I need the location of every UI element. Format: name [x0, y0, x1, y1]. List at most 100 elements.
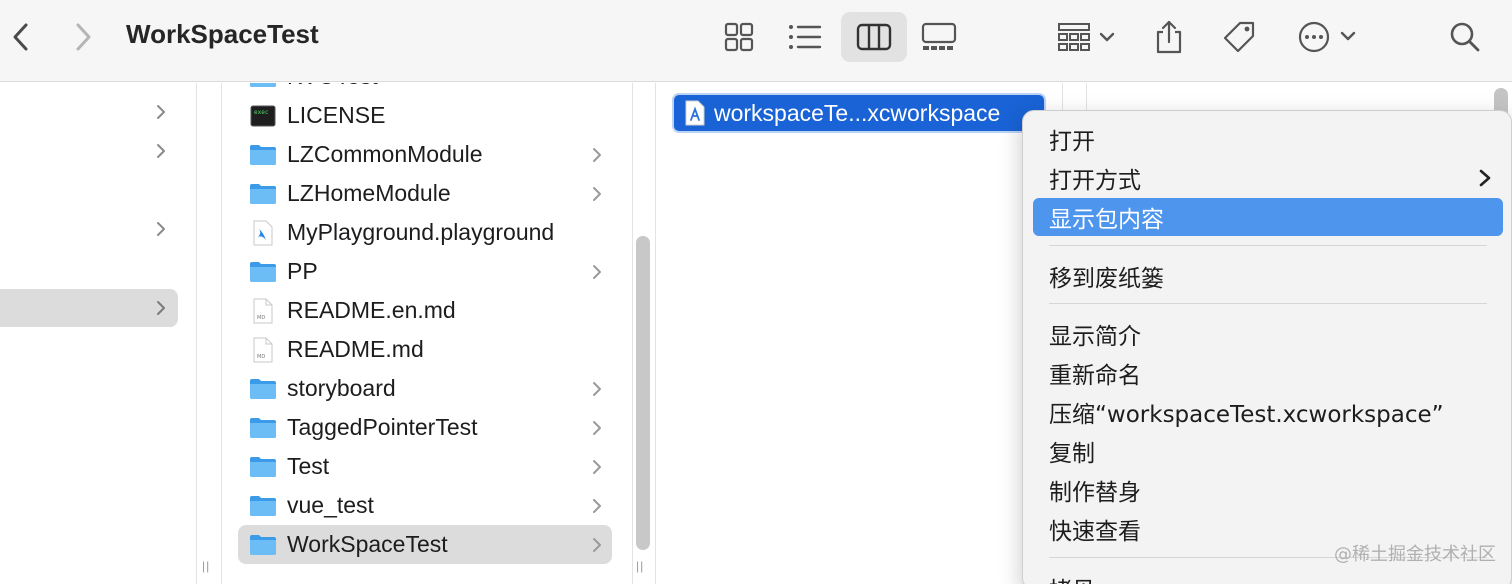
list-item-name: vue_test	[287, 492, 374, 518]
list-item[interactable]: LZHomeModule	[238, 174, 612, 213]
column-1-row[interactable]	[0, 210, 178, 248]
menu-item-get-info[interactable]: 显示简介	[1033, 315, 1503, 353]
menu-item-compress[interactable]: 压缩“workspaceTest.xcworkspace”	[1033, 393, 1503, 431]
chevron-left-icon	[13, 23, 28, 51]
list-item-name: LZHomeModule	[287, 180, 451, 206]
column-1	[0, 83, 196, 584]
scrollbar[interactable]	[636, 236, 650, 550]
context-menu: 打开 打开方式 显示包内容 移到废纸篓 显示简介 重新命名 压缩“workspa…	[1022, 110, 1512, 584]
markdown-file-icon: MD	[248, 337, 278, 363]
list-item[interactable]: Test	[238, 447, 612, 486]
list-item[interactable]: PP	[238, 252, 612, 291]
ellipsis-circle-icon	[1298, 21, 1356, 53]
more-actions-button[interactable]	[1292, 12, 1364, 62]
column-1-row-selected[interactable]	[0, 289, 178, 327]
chevron-right-icon	[593, 382, 601, 396]
list-item[interactable]: exec LICENSE	[238, 96, 612, 135]
menu-separator	[1049, 245, 1487, 246]
chevron-right-icon	[593, 499, 601, 513]
folder-icon	[248, 259, 278, 285]
menu-item-make-alias[interactable]: 制作替身	[1033, 471, 1503, 509]
list-item[interactable]: MD README.md	[238, 330, 612, 369]
list-item-name: WorkSpaceTest	[287, 531, 448, 557]
list-item[interactable]: vue_test	[238, 486, 612, 525]
toolbar: WorkSpaceTest	[0, 0, 1512, 82]
list-item[interactable]: MyPlayground.playground	[238, 213, 612, 252]
column-divider[interactable]	[632, 83, 633, 584]
chevron-right-icon	[593, 265, 601, 279]
forward-button[interactable]	[66, 18, 100, 56]
columns-icon	[856, 23, 892, 51]
column-view-button[interactable]	[841, 12, 907, 62]
list-item-name: PP	[287, 258, 318, 284]
grid-icon	[724, 22, 754, 52]
folder-icon	[248, 532, 278, 558]
list-item-selected[interactable]: WorkSpaceTest	[238, 525, 612, 564]
column-1-row[interactable]	[0, 132, 178, 170]
chevron-right-icon	[157, 105, 165, 119]
group-icon	[1058, 23, 1115, 51]
list-item[interactable]: TaggedPointerTest	[238, 408, 612, 447]
folder-icon	[248, 376, 278, 402]
list-item-name: LICENSE	[287, 102, 386, 128]
search-button[interactable]	[1432, 12, 1498, 62]
folder-icon	[248, 83, 278, 90]
menu-separator	[1049, 303, 1487, 304]
share-icon	[1156, 20, 1182, 54]
submenu-arrow-icon	[1479, 169, 1491, 187]
list-item-name: Test	[287, 453, 330, 479]
list-icon	[789, 25, 822, 49]
chevron-right-icon	[157, 144, 165, 158]
gallery-view-button[interactable]	[906, 12, 972, 62]
folder-icon	[248, 493, 278, 519]
chevron-right-icon	[76, 23, 91, 51]
column-divider[interactable]	[196, 83, 197, 584]
list-item-name: README.md	[287, 336, 424, 362]
column-2: KVOTest exec LICENSE LZCommonModule LZHomeMo…	[222, 83, 632, 584]
menu-item-open-with[interactable]: 打开方式	[1033, 159, 1503, 197]
terminal-icon: exec	[248, 103, 278, 129]
menu-item-show-package-contents[interactable]: 显示包内容	[1033, 198, 1503, 236]
chevron-right-icon	[593, 148, 601, 162]
icon-view-button[interactable]	[706, 12, 772, 62]
magnifier-icon	[1450, 22, 1480, 52]
menu-item-duplicate[interactable]: 复制	[1033, 432, 1503, 470]
chevron-right-icon	[593, 538, 601, 552]
chevron-right-icon	[157, 301, 165, 315]
list-item[interactable]: LZCommonModule	[238, 135, 612, 174]
selected-file[interactable]: workspaceTe...xcworkspace	[674, 95, 1044, 131]
list-item[interactable]: MD README.en.md	[238, 291, 612, 330]
column-resize-handle[interactable]: ||	[202, 559, 210, 573]
folder-icon	[248, 454, 278, 480]
list-item[interactable]: storyboard	[238, 369, 612, 408]
svg-text:MD: MD	[257, 315, 265, 321]
tag-button[interactable]	[1206, 12, 1272, 62]
watermark: @稀土掘金技术社区	[1334, 544, 1496, 565]
group-button[interactable]	[1050, 12, 1122, 62]
menu-item-open[interactable]: 打开	[1033, 120, 1503, 158]
column-3: workspaceTe...xcworkspace	[656, 83, 1062, 584]
list-item-name: TaggedPointerTest	[287, 414, 478, 440]
list-item-name: KVOTest	[287, 83, 378, 90]
swift-playground-icon	[248, 220, 278, 246]
menu-item-move-to-trash[interactable]: 移到废纸篓	[1033, 257, 1503, 295]
list-item[interactable]: KVOTest	[238, 83, 612, 96]
menu-item-copy[interactable]: 拷贝	[1033, 569, 1503, 584]
chevron-right-icon	[157, 222, 165, 236]
menu-item-rename[interactable]: 重新命名	[1033, 354, 1503, 392]
share-button[interactable]	[1136, 12, 1202, 62]
folder-icon	[248, 181, 278, 207]
column-resize-handle[interactable]: ||	[636, 559, 644, 573]
column-1-row[interactable]	[0, 93, 178, 131]
gallery-icon	[921, 22, 957, 50]
list-item-name: README.en.md	[287, 297, 456, 323]
chevron-right-icon	[593, 460, 601, 474]
back-button[interactable]	[4, 18, 38, 56]
tag-icon	[1223, 21, 1255, 53]
list-item-name: MyPlayground.playground	[287, 219, 555, 245]
list-item-name: LZCommonModule	[287, 141, 483, 167]
selected-file-name: workspaceTe...xcworkspace	[714, 99, 1001, 126]
list-view-button[interactable]	[772, 12, 838, 62]
svg-text:MD: MD	[257, 354, 265, 360]
chevron-right-icon	[593, 421, 601, 435]
